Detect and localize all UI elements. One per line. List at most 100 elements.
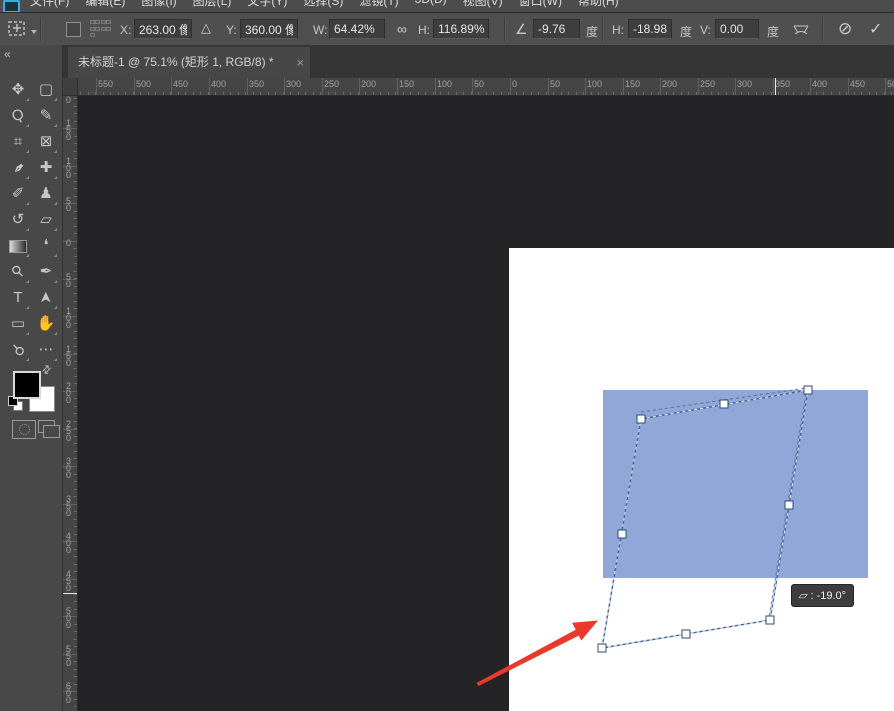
- menu-item[interactable]: 帮助(H): [578, 0, 619, 9]
- horizontal-ruler[interactable]: 5505004504003503002502001501005005010015…: [78, 78, 894, 96]
- ruler-tick: [103, 92, 104, 95]
- w-input[interactable]: [329, 19, 385, 39]
- ruler-label: 250: [700, 79, 715, 89]
- transform-handle[interactable]: [618, 530, 627, 539]
- brush-icon: ✐: [6, 182, 30, 205]
- menu-item[interactable]: 窗口(W): [519, 0, 562, 9]
- ruler-label: 400: [812, 79, 827, 89]
- reference-point-checkbox[interactable]: [66, 22, 81, 37]
- preset-dropdown-arrow[interactable]: [31, 30, 37, 34]
- move-tool[interactable]: ✥: [6, 78, 30, 102]
- transform-handle[interactable]: [682, 630, 691, 639]
- menu-item[interactable]: 图层(L): [193, 0, 232, 9]
- ruler-tick: [74, 481, 77, 482]
- tab-close-icon[interactable]: ×: [296, 47, 304, 78]
- delta-icon[interactable]: △: [201, 21, 211, 35]
- transform-handle[interactable]: [598, 644, 607, 653]
- menu-item[interactable]: 文件(F): [30, 0, 69, 9]
- vertical-ruler[interactable]: 2 0 01 5 01 0 05 005 01 0 01 5 02 0 02 5…: [63, 96, 78, 711]
- ruler-tick: [155, 92, 156, 95]
- menu-item[interactable]: 编辑(E): [85, 0, 125, 9]
- y-label: Y:: [226, 23, 237, 37]
- blur-tool[interactable]: ❛: [34, 234, 58, 258]
- h-scale-input[interactable]: [433, 19, 489, 39]
- lasso-tool[interactable]: Ϙ: [6, 104, 30, 128]
- w-label: W:: [313, 23, 327, 37]
- transform-handle[interactable]: [785, 501, 794, 510]
- ruler-tick: [425, 92, 426, 95]
- separator: [602, 17, 603, 41]
- ruler-tick: [876, 92, 877, 95]
- foreground-color-swatch[interactable]: [13, 371, 41, 399]
- cancel-icon[interactable]: ⊘: [838, 19, 852, 39]
- type-tool[interactable]: T: [6, 286, 30, 310]
- rotate-input[interactable]: [533, 19, 580, 39]
- ruler-label: 450: [173, 79, 188, 89]
- menu-item[interactable]: 选择(S): [303, 0, 343, 9]
- ruler-tick: [74, 233, 77, 234]
- x-input[interactable]: [134, 19, 192, 39]
- menu-item[interactable]: 图像(I): [141, 0, 176, 9]
- y-input[interactable]: [240, 19, 298, 39]
- menu-item[interactable]: 滤镜(T): [359, 0, 398, 9]
- transform-handle[interactable]: [804, 386, 813, 395]
- ruler-tick: [854, 92, 855, 95]
- ruler-tick: [230, 92, 231, 95]
- healing-tool[interactable]: ✚: [34, 156, 58, 180]
- swap-colors-icon[interactable]: ⇄: [39, 362, 55, 378]
- h-skew-input[interactable]: [628, 19, 672, 39]
- hand-tool[interactable]: ✋: [34, 312, 58, 336]
- ruler-tick: [74, 474, 77, 475]
- more-tool[interactable]: ⋯: [34, 338, 58, 362]
- brush-tool[interactable]: ✐: [6, 182, 30, 206]
- eraser-tool[interactable]: ▱: [34, 208, 58, 232]
- ruler-tick: [74, 624, 77, 625]
- ruler-tick: [74, 338, 77, 339]
- app-icon[interactable]: [3, 0, 20, 13]
- frame-icon: ⊠: [34, 130, 58, 153]
- ruler-corner[interactable]: [63, 78, 78, 96]
- v-skew-label: V:: [700, 23, 711, 37]
- ruler-label: 5 5 0: [66, 646, 71, 667]
- ruler-tick: [74, 286, 77, 287]
- reference-point-grid-icon[interactable]: [90, 20, 111, 37]
- ruler-tick: [74, 556, 77, 557]
- ruler-tick: [478, 92, 479, 95]
- menu-bar: 文件(F) 编辑(E) 图像(I) 图层(L) 文字(Y) 选择(S) 滤镜(T) 3D(D)…: [0, 0, 894, 13]
- eyedropper-tool[interactable]: ✒: [6, 156, 30, 180]
- transform-handle[interactable]: [720, 400, 729, 409]
- collapse-panel-icon[interactable]: «: [4, 47, 11, 61]
- menu-item[interactable]: 视图(V): [463, 0, 503, 9]
- zoom-tool[interactable]: ⚲: [6, 338, 30, 362]
- document-tab[interactable]: 未标题-1 @ 75.1% (矩形 1, RGB/8) * ×: [68, 47, 310, 78]
- frame-tool[interactable]: ⊠: [34, 130, 58, 154]
- transform-handle[interactable]: [766, 616, 775, 625]
- link-dimensions-icon[interactable]: ∞: [397, 22, 407, 36]
- ruler-tick: [74, 413, 77, 414]
- quick-select-tool[interactable]: ✎: [34, 104, 58, 128]
- ruler-tick: [313, 92, 314, 95]
- ruler-major-tick: [773, 78, 774, 95]
- ruler-tick: [553, 92, 554, 95]
- ruler-label: 1 5 0: [66, 120, 71, 141]
- history-brush-tool[interactable]: ↺: [6, 208, 30, 232]
- ruler-label: 6 0 0: [66, 683, 71, 704]
- ruler-tick: [200, 92, 201, 95]
- warp-mode-icon[interactable]: [791, 20, 811, 43]
- ruler-tick: [74, 443, 77, 444]
- quick-mask-icon[interactable]: [12, 420, 36, 439]
- path-select-tool[interactable]: ➤: [34, 286, 58, 310]
- dodge-tool[interactable]: ⚲: [6, 260, 30, 284]
- transform-handle[interactable]: [637, 415, 646, 424]
- menu-item[interactable]: 文字(Y): [247, 0, 287, 9]
- clone-stamp-tool[interactable]: ♟: [34, 182, 58, 206]
- commit-icon[interactable]: ✓: [869, 19, 882, 39]
- screen-mode-icon[interactable]: [38, 420, 55, 433]
- transform-tool-preset-icon[interactable]: [6, 18, 30, 45]
- ruler-tick: [703, 92, 704, 95]
- v-skew-input[interactable]: [715, 19, 759, 39]
- marquee-tool[interactable]: ▢: [34, 78, 58, 102]
- menu-item[interactable]: 3D(D): [415, 0, 447, 9]
- pen-tool[interactable]: ✒: [34, 260, 58, 284]
- options-bar: X: △ Y: W: ∞ H: ∠ 度 H: 度 V: 度 ⊘ ✓: [0, 13, 894, 46]
